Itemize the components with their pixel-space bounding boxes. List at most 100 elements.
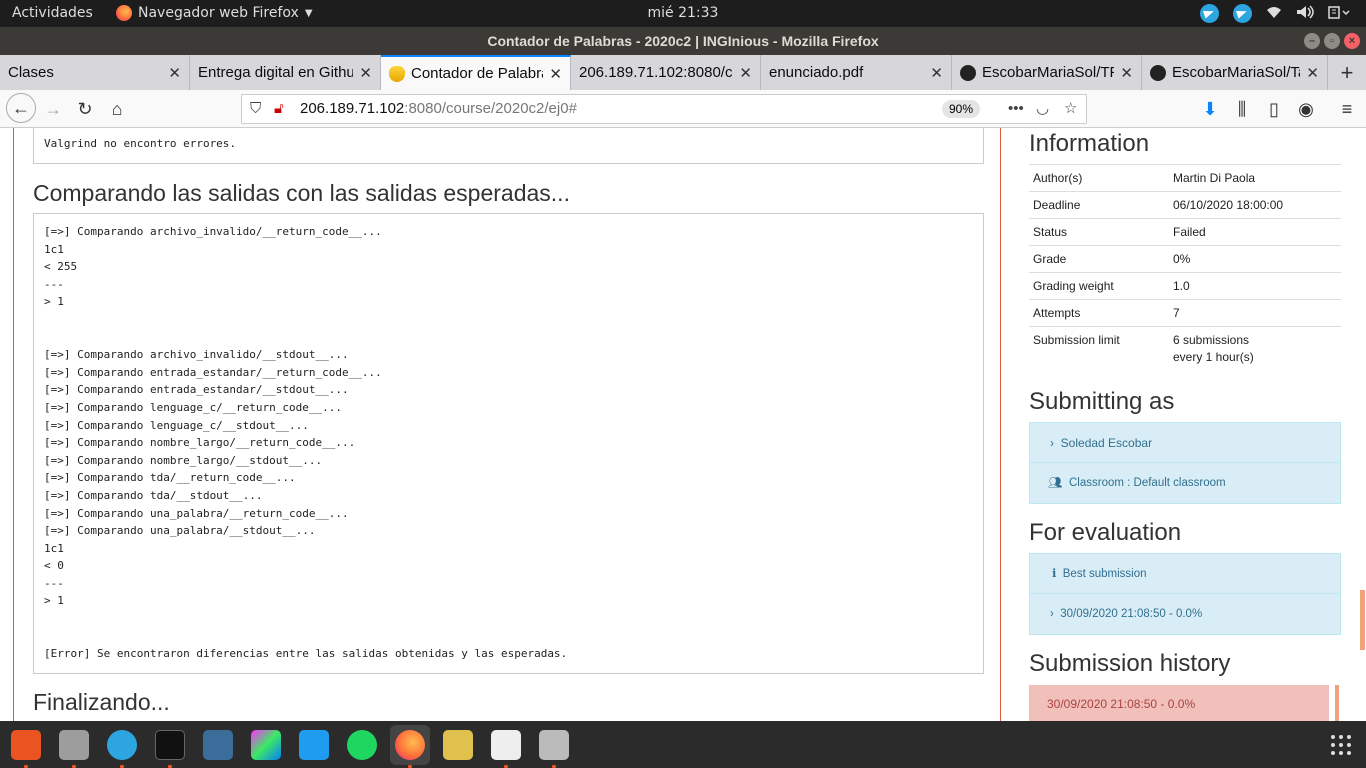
close-tab-icon[interactable]: ✕	[930, 64, 943, 82]
tab-label: Contador de Palabras	[411, 65, 544, 82]
close-tab-icon[interactable]: ✕	[549, 65, 562, 83]
output-line: [=>] Comparando entrada_estandar/__retur…	[44, 365, 382, 379]
page-scrollbar[interactable]	[1360, 128, 1366, 721]
tab-clases[interactable]: Clases ✕	[0, 55, 190, 90]
library-icon[interactable]: ⫼	[1229, 96, 1255, 122]
output-line: > 1	[44, 295, 64, 309]
maximize-icon[interactable]: ▫	[1324, 33, 1340, 49]
reload-button[interactable]: ↻	[72, 96, 98, 122]
shield-icon[interactable]: ⛉	[250, 95, 261, 123]
eval-submission-row[interactable]: › 30/09/2020 21:08:50 - 0.0%	[1030, 594, 1340, 634]
dock-intellij[interactable]	[246, 725, 286, 765]
info-value-text: 06/10/2020 18:00:00	[1173, 198, 1284, 212]
info-value: Martin Di Paola	[1169, 164, 1341, 192]
close-window-icon[interactable]: ×	[1344, 33, 1360, 49]
output-line: [=>] Comparando una_palabra/__stdout__..…	[44, 524, 316, 538]
info-key: Deadline	[1029, 191, 1169, 219]
info-key: Status	[1029, 218, 1169, 246]
history-heading: Submission history	[1029, 650, 1231, 677]
dock-terminal[interactable]	[150, 725, 190, 768]
wifi-icon[interactable]	[1266, 5, 1282, 23]
forward-button[interactable]: →	[40, 96, 66, 122]
url-bar[interactable]: ⛉ 🔓︎ 206.189.71.102:8080/course/2020c2/e…	[241, 94, 1087, 124]
dock-spotify[interactable]	[342, 725, 382, 765]
tab-label: 206.189.71.102:8080/c	[579, 64, 733, 81]
output-line: > 1	[44, 594, 64, 608]
insecure-lock-icon[interactable]: 🔓︎	[274, 95, 284, 123]
tab-github-tp[interactable]: EscobarMariaSol/TP ✕	[952, 55, 1142, 90]
pocket-icon[interactable]: ◡	[1036, 95, 1049, 123]
output-line: ---	[44, 277, 64, 291]
back-button[interactable]: ←	[6, 93, 36, 123]
info-row: Attempts 7	[1029, 299, 1341, 327]
info-key: Grade	[1029, 245, 1169, 273]
tab-ip[interactable]: 206.189.71.102:8080/c ✕	[571, 55, 761, 90]
tab-strip: Clases ✕ Entrega digital en Github ✕ Conta…	[0, 55, 1366, 90]
window-title-bar: Contador de Palabras - 2020c2 | INGIniou…	[0, 27, 1366, 55]
account-icon[interactable]: ◉	[1293, 96, 1319, 122]
best-submission-row: ℹ Best submission	[1030, 554, 1340, 594]
dock-files[interactable]	[54, 725, 94, 768]
intellij-icon	[251, 729, 281, 760]
classroom-row: 👥︎ Classroom : Default classroom	[1030, 463, 1340, 503]
page-actions-icon[interactable]: •••	[1008, 95, 1024, 123]
output-line: [Error] Se encontraron diferencias entre…	[44, 647, 568, 661]
info-value-text: 1.0	[1173, 279, 1190, 293]
close-tab-icon[interactable]: ✕	[739, 64, 752, 82]
info-value: 6 submissions every 1 hour(s)	[1169, 326, 1341, 370]
dock-mysql-workbench[interactable]	[198, 725, 238, 765]
info-key: Author(s)	[1029, 164, 1169, 192]
minimize-icon[interactable]: –	[1304, 33, 1320, 49]
history-item[interactable]: 30/09/2020 21:08:50 - 0.0%	[1029, 685, 1329, 721]
info-value-text: Failed	[1173, 225, 1206, 239]
final-heading: Finalizando...	[33, 689, 170, 715]
show-apps-icon[interactable]	[1330, 734, 1352, 756]
dock-firefox[interactable]	[390, 724, 430, 768]
submitting-panel: › Soledad Escobar 👥︎ Classroom : Default…	[1029, 422, 1341, 504]
dock-vscode[interactable]	[294, 725, 334, 765]
firefox-icon	[395, 729, 425, 760]
close-tab-icon[interactable]: ✕	[1306, 64, 1319, 82]
telegram-tray-icon-2[interactable]	[1233, 4, 1252, 23]
tab-enunciado[interactable]: enunciado.pdf ✕	[761, 55, 952, 90]
window-controls: – ▫ ×	[1304, 33, 1360, 49]
dock-text-editor[interactable]	[486, 725, 526, 768]
output-line: < 255	[44, 260, 78, 274]
info-value: 0%	[1169, 245, 1341, 273]
zoom-level[interactable]: 90%	[942, 100, 981, 118]
dock-gnome-tweaks[interactable]	[438, 725, 478, 765]
chevron-right-icon: ›	[1050, 608, 1054, 620]
new-tab-button[interactable]: +	[1328, 55, 1366, 90]
menu-icon[interactable]: ≡	[1334, 96, 1360, 122]
output-line: Valgrind no encontro errores.	[44, 137, 237, 150]
volume-icon[interactable]	[1296, 4, 1314, 23]
information-table: Author(s) Martin Di Paola Deadline 06/10/20…	[1029, 164, 1341, 370]
dock-telegram[interactable]	[102, 725, 142, 768]
output-line: [=>] Comparando lenguage_c/__stdout__...	[44, 418, 309, 432]
info-row: Grading weight 1.0	[1029, 272, 1341, 300]
info-icon: ℹ	[1052, 568, 1057, 580]
clock[interactable]: mié 21:33	[0, 5, 1366, 21]
spotify-icon	[347, 729, 377, 760]
bookmark-star-icon[interactable]: ☆	[1064, 95, 1077, 123]
submitter-row[interactable]: › Soledad Escobar	[1030, 423, 1340, 463]
dock-software-center[interactable]	[6, 725, 46, 768]
tab-contador[interactable]: Contador de Palabras ✕	[381, 55, 571, 90]
compare-heading: Comparando las salidas con las salidas e…	[33, 180, 570, 206]
close-tab-icon[interactable]: ✕	[359, 64, 372, 82]
downloads-icon[interactable]: ⬇	[1197, 96, 1223, 122]
scrollbar-thumb[interactable]	[1360, 590, 1365, 650]
tab-github-ta[interactable]: EscobarMariaSol/Ta ✕	[1142, 55, 1328, 90]
close-tab-icon[interactable]: ✕	[168, 64, 181, 82]
close-tab-icon[interactable]: ✕	[1120, 64, 1133, 82]
tab-entrega[interactable]: Entrega digital en Github ✕	[190, 55, 381, 90]
evaluation-panel: ℹ Best submission › 30/09/2020 21:08:50 …	[1029, 553, 1341, 635]
telegram-tray-icon[interactable]	[1200, 4, 1219, 23]
home-button[interactable]: ⌂	[104, 96, 130, 122]
printer-icon	[539, 729, 569, 760]
sidebar-icon[interactable]: ▯	[1261, 96, 1287, 122]
system-menu-icon[interactable]	[1328, 5, 1352, 23]
dock-printer[interactable]	[534, 725, 574, 768]
output-line: [=>] Comparando nombre_largo/__stdout__.…	[44, 453, 323, 467]
